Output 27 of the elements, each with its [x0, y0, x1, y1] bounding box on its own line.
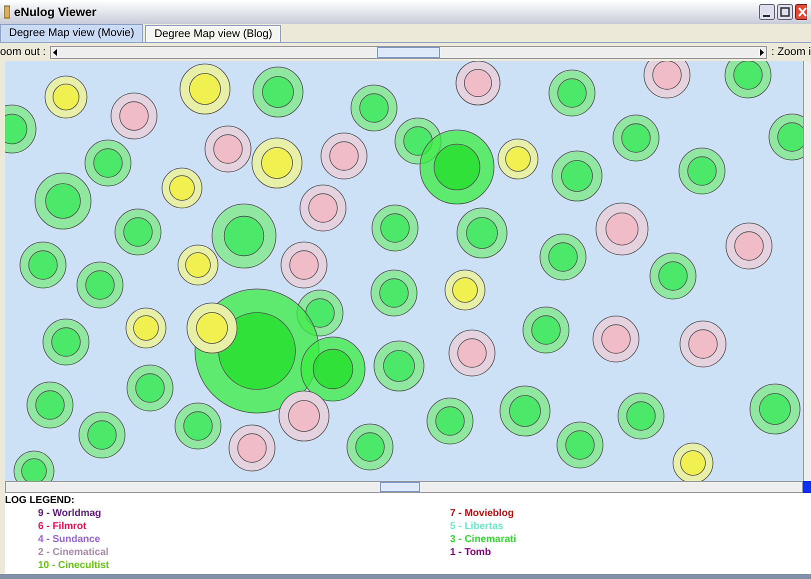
legend-entry: 6 - Filmrot [38, 520, 88, 533]
left-arrow-icon[interactable] [50, 47, 60, 58]
right-arrow-icon[interactable] [757, 47, 766, 58]
legend-entry: 1 - Tomb [450, 546, 492, 559]
zoom-out-label: oom out : [0, 45, 47, 60]
corner-square [803, 481, 811, 493]
zoom-slider[interactable] [50, 46, 768, 59]
legend-entry: 5 - Libertas [450, 520, 504, 533]
legend-entry: 4 - Sundance [38, 533, 102, 546]
horizontal-scrollbar[interactable] [5, 481, 803, 493]
tab[interactable]: Degree Map view (Movie) [0, 24, 144, 42]
scrollbar-thumb[interactable] [380, 482, 420, 492]
app-icon [4, 5, 10, 19]
zoom-in-label: : Zoom i [770, 45, 811, 60]
vertical-scrollbar[interactable] [803, 61, 811, 481]
legend-entry: 9 - Worldmag [38, 507, 102, 520]
slider-thumb[interactable] [377, 47, 440, 58]
minimize-icon[interactable] [759, 4, 775, 20]
window-title: eNulog Viewer [14, 4, 96, 21]
maximize-icon[interactable] [777, 4, 793, 20]
legend-entry: 7 - Movieblog [450, 507, 515, 520]
legend-entry: 10 - Cinecultist [38, 559, 110, 572]
legend-entry: 2 - Cinematical [38, 546, 110, 559]
close-icon[interactable] [795, 4, 807, 20]
legend-title: LOG LEGEND: [5, 495, 76, 507]
legend-entry: 3 - Cinemarati [450, 533, 516, 546]
tab[interactable]: Degree Map view (Blog) [145, 25, 282, 42]
